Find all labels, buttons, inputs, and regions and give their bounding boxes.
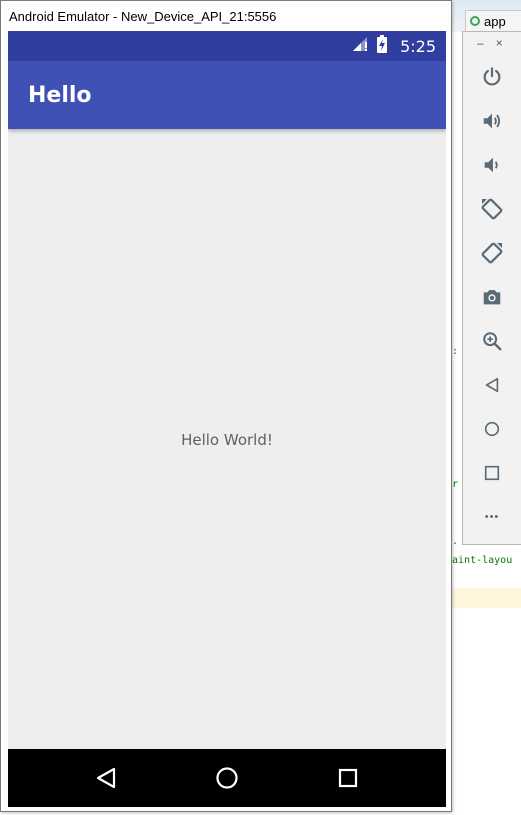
toolbar-close-button[interactable]: × — [496, 36, 503, 50]
recents-icon — [338, 768, 358, 788]
signal-icon — [352, 36, 370, 56]
recents-button[interactable] — [318, 749, 378, 807]
home-icon — [216, 767, 238, 789]
app-module-icon — [470, 16, 480, 26]
zoom-button[interactable] — [479, 328, 505, 354]
rotate-right-button[interactable] — [479, 240, 505, 266]
rotate-right-icon — [481, 242, 503, 264]
battery-charging-icon — [376, 35, 388, 57]
volume-down-icon — [484, 157, 498, 173]
ide-tab-app[interactable]: app — [465, 10, 521, 32]
ide-code-fragment: raint-layou — [446, 555, 513, 566]
zoom-in-icon — [483, 332, 502, 351]
camera-icon — [483, 290, 501, 305]
emulator-titlebar[interactable]: Android Emulator - New_Device_API_21:555… — [1, 1, 451, 31]
hello-world-text: Hello World! — [181, 431, 273, 449]
toolbar-back-button[interactable] — [479, 372, 505, 398]
power-button[interactable] — [479, 64, 505, 90]
toolbar-home-button[interactable] — [479, 416, 505, 442]
main-content: Hello World! — [8, 129, 446, 749]
volume-up-button[interactable] — [479, 108, 505, 134]
app-bar: Hello — [8, 61, 446, 129]
toolbar-overview-button[interactable] — [479, 460, 505, 486]
window-title: Android Emulator - New_Device_API_21:555… — [9, 8, 277, 24]
volume-up-icon — [483, 113, 501, 129]
overview-icon — [484, 465, 500, 481]
power-icon — [483, 67, 501, 86]
status-time: 5:25 — [400, 36, 436, 56]
back-button[interactable] — [76, 749, 136, 807]
app-title: Hello — [28, 82, 92, 108]
toolbar-minimize-button[interactable]: – — [477, 36, 484, 50]
navigation-bar — [8, 749, 446, 807]
more-button[interactable]: ••• — [479, 504, 505, 530]
back-icon — [96, 767, 116, 789]
back-icon — [485, 377, 499, 393]
device-screen[interactable]: 5:25 Hello Hello World! — [8, 31, 446, 807]
screenshot-button[interactable] — [479, 284, 505, 310]
home-icon — [484, 421, 500, 437]
emulator-toolbar: – × ••• — [462, 31, 521, 545]
toolbar-window-controls: – × — [477, 36, 503, 50]
status-bar: 5:25 — [8, 31, 446, 61]
rotate-left-icon — [481, 198, 503, 220]
status-icons: 5:25 — [352, 31, 436, 61]
home-button[interactable] — [197, 749, 257, 807]
volume-down-button[interactable] — [479, 152, 505, 178]
emulator-window: Android Emulator - New_Device_API_21:555… — [0, 0, 452, 812]
ide-line-highlight — [452, 588, 521, 608]
ide-tab-label: app — [484, 13, 506, 29]
rotate-left-button[interactable] — [479, 196, 505, 222]
